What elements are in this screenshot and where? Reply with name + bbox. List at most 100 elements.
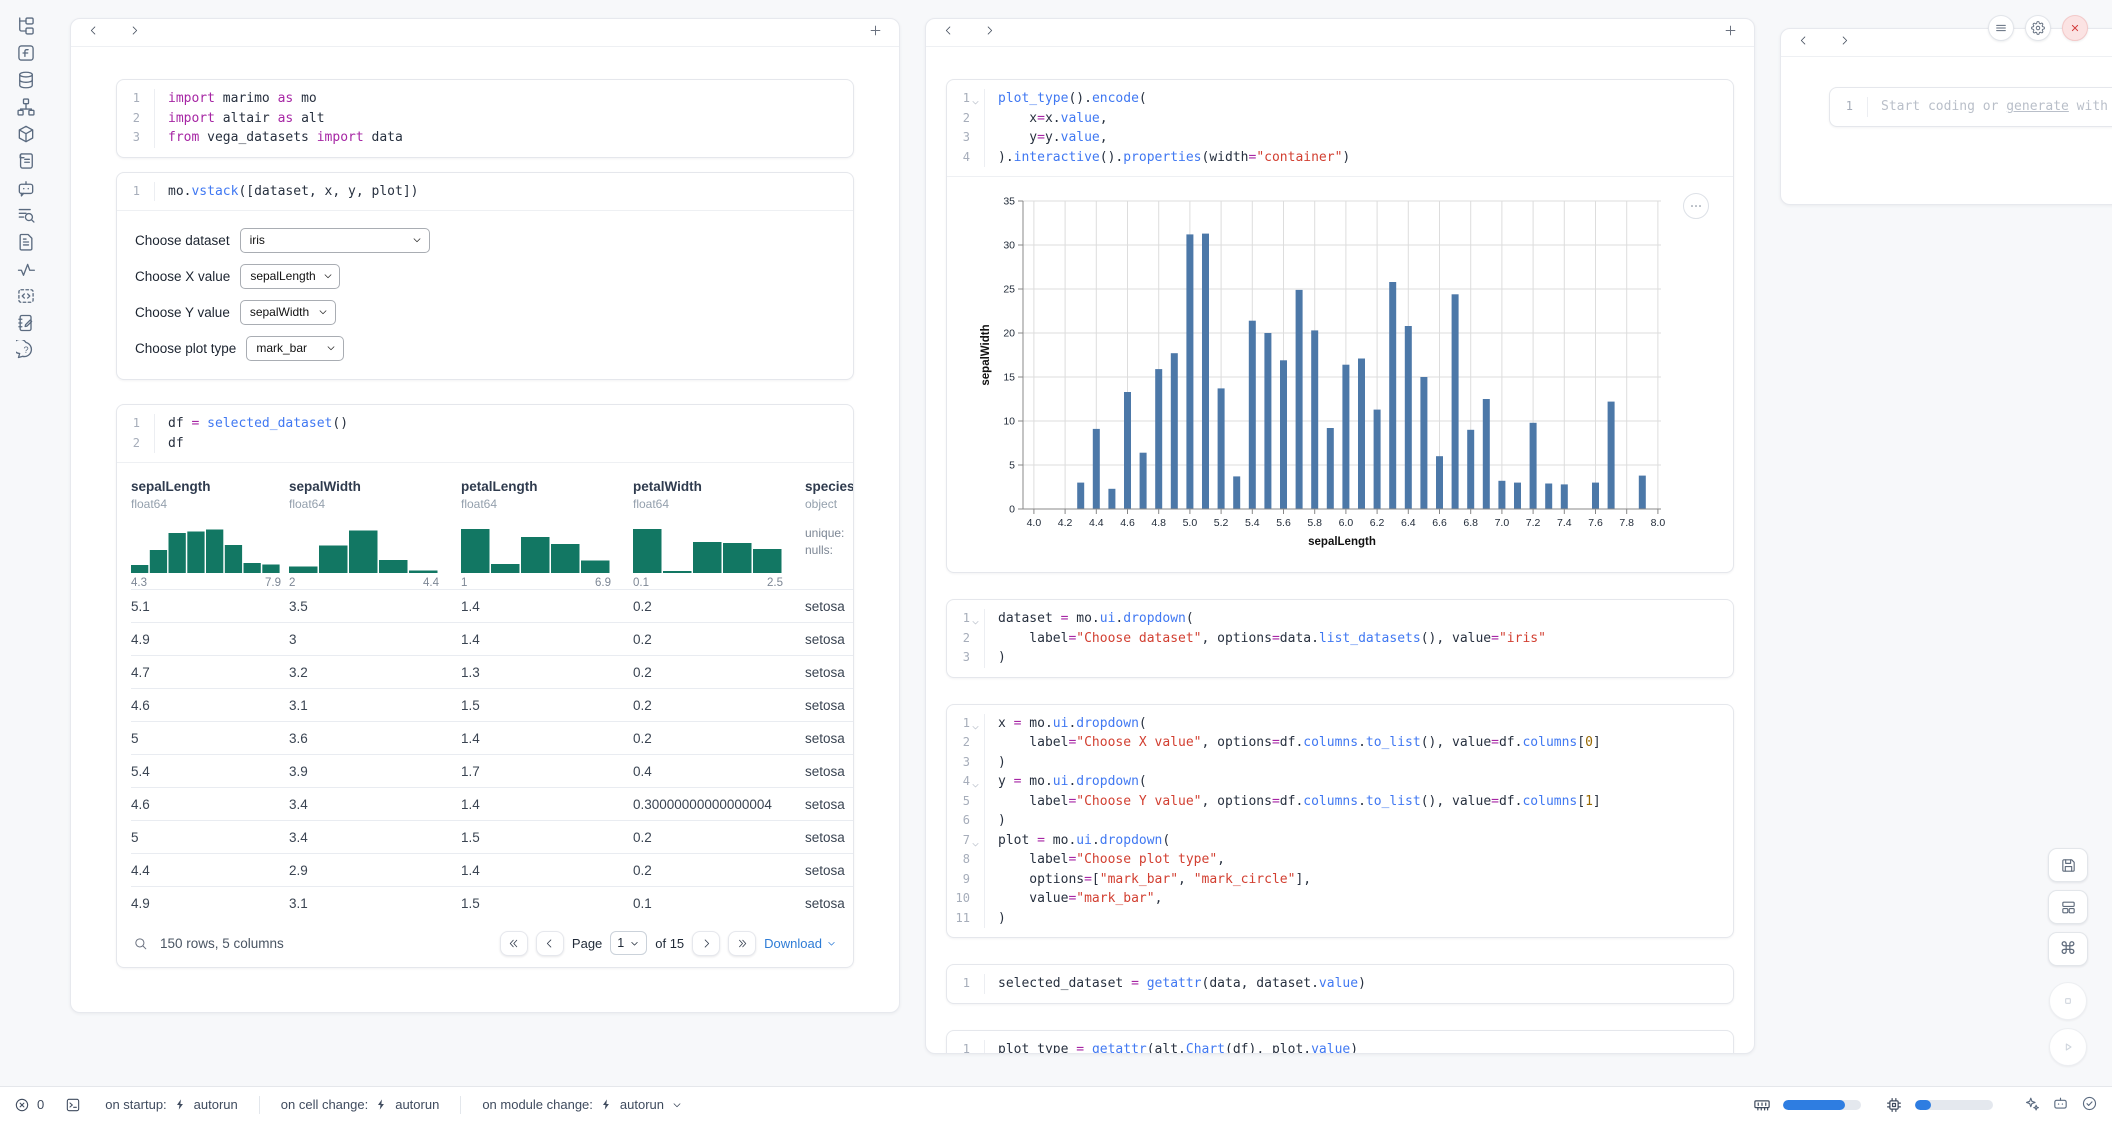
line-number: 3	[947, 648, 984, 668]
fold-chevron-icon[interactable]	[971, 777, 980, 786]
sidebar-item-scratchpad[interactable]	[8, 309, 44, 336]
code-editor[interactable]: 123import marimo as moimport altair as a…	[117, 80, 853, 157]
connection-status-button[interactable]	[2081, 1095, 2098, 1115]
code-editor[interactable]: 1234plot_type().encode( x=x.value, y=y.v…	[947, 80, 1733, 176]
ai-sparkles-button[interactable]	[2023, 1095, 2040, 1115]
column-header-species[interactable]: speciesobjectunique:nulls:	[805, 479, 853, 589]
sidebar-item-snippets[interactable]	[8, 282, 44, 309]
sidebar-item-file-explorer[interactable]	[8, 12, 44, 39]
column-header-sepalWidth[interactable]: sepalWidthfloat6424.4	[289, 479, 461, 589]
run-button[interactable]	[2049, 1028, 2087, 1066]
line-number: 1	[947, 1040, 984, 1055]
page-count-label: of 15	[655, 936, 684, 951]
chevron-down-icon	[826, 938, 837, 949]
table-row[interactable]: 4.931.40.2setosa	[131, 622, 853, 655]
add-cell-button[interactable]	[1723, 23, 1738, 43]
nav-forward-button[interactable]	[128, 24, 141, 42]
sidebar-item-ai-chat[interactable]	[8, 174, 44, 201]
table-row[interactable]: 5.43.91.70.4setosa	[131, 754, 853, 787]
table-cell: 5	[131, 731, 289, 746]
dropdown-select[interactable]: sepalLength	[240, 264, 340, 289]
column-header-petalWidth[interactable]: petalWidthfloat640.12.5	[633, 479, 805, 589]
nav-back-button[interactable]	[942, 24, 955, 42]
ai-assistant-button[interactable]	[2052, 1095, 2069, 1115]
line-number: 10	[947, 889, 984, 909]
fold-chevron-icon[interactable]	[971, 836, 980, 845]
table-row[interactable]: 5.13.51.40.2setosa	[131, 589, 853, 622]
nav-back-button[interactable]	[1797, 34, 1810, 52]
dropdown-label: Choose Y value	[135, 305, 230, 320]
control-row: Choose datasetiris	[135, 227, 835, 253]
code-editor[interactable]: 1selected_dataset = getattr(data, datase…	[947, 965, 1733, 1003]
stop-button[interactable]	[2049, 982, 2087, 1020]
nav-forward-button[interactable]	[983, 24, 996, 42]
column-range: 0.12.5	[633, 577, 783, 589]
column-max: 4.4	[423, 577, 439, 589]
fold-chevron-icon[interactable]	[971, 94, 980, 103]
table-row[interactable]: 53.41.50.2setosa	[131, 820, 853, 853]
dropdown-select[interactable]: sepalWidth	[240, 300, 336, 325]
control-row: Choose plot typemark_bar	[135, 335, 835, 361]
sidebar-item-tracing[interactable]	[8, 255, 44, 282]
table-row[interactable]: 4.63.11.50.2setosa	[131, 688, 853, 721]
sidebar-item-logs-search[interactable]	[8, 201, 44, 228]
run-config-1[interactable]: on cell change:autorun	[281, 1097, 440, 1112]
code-lines: plot_type = getattr(alt.Chart(df), plot.…	[985, 1040, 1358, 1055]
column-header-sepalLength[interactable]: sepalLengthfloat644.37.9	[131, 479, 289, 589]
dropdown-select[interactable]: mark_bar	[246, 336, 344, 361]
nav-forward-button[interactable]	[1838, 34, 1851, 52]
search-icon[interactable]	[133, 936, 148, 951]
table-row[interactable]: 53.61.40.2setosa	[131, 721, 853, 754]
dropdown-value: sepalWidth	[250, 305, 309, 319]
sidebar-item-datasources[interactable]	[8, 66, 44, 93]
shortcuts-button[interactable]: ⌘	[2048, 932, 2088, 966]
next-page-button[interactable]	[692, 931, 720, 956]
chevron-down-icon	[671, 1099, 683, 1111]
notebook-column-1: 123import marimo as moimport altair as a…	[70, 18, 900, 1013]
code-editor[interactable]: 1Start coding or generate with	[1830, 88, 2112, 126]
sidebar-item-packages[interactable]	[8, 120, 44, 147]
download-button[interactable]: Download	[764, 936, 837, 951]
code-editor[interactable]: 123dataset = mo.ui.dropdown( label="Choo…	[947, 600, 1733, 677]
code-editor[interactable]: 1234567891011x = mo.ui.dropdown( label="…	[947, 705, 1733, 938]
dropdown-select[interactable]: iris	[240, 228, 430, 253]
table-row[interactable]: 4.42.91.40.2setosa	[131, 853, 853, 886]
sidebar-item-documentation[interactable]	[8, 228, 44, 255]
last-page-button[interactable]	[728, 931, 756, 956]
close-button[interactable]	[2062, 15, 2088, 41]
previous-page-button[interactable]	[536, 931, 564, 956]
settings-icon	[2031, 21, 2045, 35]
sidebar-item-help[interactable]: ?	[8, 336, 44, 363]
error-counter[interactable]: 0	[14, 1097, 44, 1113]
sidebar-item-functions[interactable]	[8, 39, 44, 66]
settings-button[interactable]	[2025, 15, 2051, 41]
terminal-button[interactable]	[65, 1097, 81, 1113]
run-config-0[interactable]: on startup:autorun	[105, 1097, 238, 1112]
table-row[interactable]: 4.73.21.30.2setosa	[131, 655, 853, 688]
line-number-gutter: 1	[117, 182, 155, 202]
page-select[interactable]: 1	[610, 931, 647, 955]
altair-bar-chart[interactable]: 4.04.24.44.64.85.05.25.45.65.86.06.26.46…	[977, 191, 1677, 553]
sidebar-item-scripts[interactable]	[8, 147, 44, 174]
code-editor[interactable]: 1plot_type = getattr(alt.Chart(df), plot…	[947, 1031, 1733, 1055]
svg-text:7.4: 7.4	[1557, 517, 1572, 529]
menu-button[interactable]	[1988, 15, 2014, 41]
table-row[interactable]: 4.63.41.40.30000000000000004setosa	[131, 787, 853, 820]
code-editor[interactable]: 12df = selected_dataset()df	[117, 405, 853, 462]
chart-actions-button[interactable]	[1683, 193, 1709, 219]
fold-chevron-icon[interactable]	[971, 614, 980, 623]
run-config-2[interactable]: on module change:autorun	[482, 1097, 683, 1112]
column-range: 24.4	[289, 577, 439, 589]
first-page-button[interactable]	[500, 931, 528, 956]
column-header-petalLength[interactable]: petalLengthfloat6416.9	[461, 479, 633, 589]
table-row[interactable]: 4.93.11.50.1setosa	[131, 886, 853, 919]
code-editor[interactable]: 1mo.vstack([dataset, x, y, plot])	[117, 173, 853, 211]
nav-back-button[interactable]	[87, 24, 100, 42]
sidebar-item-dependency-graph[interactable]	[8, 93, 44, 120]
layout-button[interactable]	[2048, 890, 2088, 924]
code-line: label="Choose plot type",	[998, 850, 1601, 870]
save-button[interactable]	[2048, 848, 2088, 882]
fold-chevron-icon[interactable]	[971, 719, 980, 728]
snippets-icon	[16, 286, 36, 306]
add-cell-button[interactable]	[868, 23, 883, 43]
